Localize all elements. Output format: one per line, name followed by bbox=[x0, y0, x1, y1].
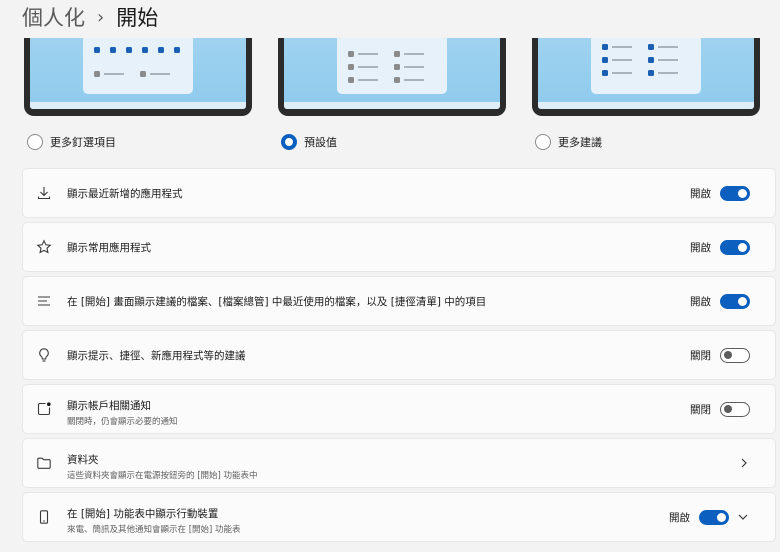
setting-text: 顯示提示、捷徑、新應用程式等的建議 bbox=[67, 348, 246, 363]
layout-option-more-pins[interactable]: 更多釘選項目 bbox=[27, 134, 116, 150]
star-icon bbox=[35, 238, 53, 256]
layout-option-label: 更多建議 bbox=[558, 136, 602, 149]
breadcrumb-parent[interactable]: 個人化 bbox=[22, 2, 85, 32]
setting-title: 在 [開始] 畫面顯示建議的檔案、[檔案總管] 中最近使用的檔案，以及 [捷徑清… bbox=[67, 295, 487, 308]
page-title: 開始 bbox=[116, 6, 159, 30]
toggle-switch[interactable] bbox=[720, 239, 750, 255]
setting-tips-suggestions[interactable]: 顯示提示、捷徑、新應用程式等的建議 關閉 bbox=[22, 330, 776, 380]
preview-screen bbox=[30, 38, 246, 109]
folder-icon bbox=[35, 454, 53, 472]
toggle-switch[interactable] bbox=[720, 185, 750, 201]
radio-button[interactable] bbox=[535, 134, 551, 150]
preview-start-menu bbox=[337, 38, 447, 94]
setting-text: 顯示帳戶相關通知 關閉時，仍會顯示必要的通知 bbox=[67, 398, 178, 427]
layout-previews: 更多釘選項目 預設值 更多建議 bbox=[0, 38, 780, 158]
setting-text: 在 [開始] 功能表中顯示行動裝置 來電、簡訊及其他通知會顯示在 [開始] 功能… bbox=[67, 506, 241, 535]
layout-option-more-recommendations[interactable]: 更多建議 bbox=[535, 134, 602, 150]
setting-title: 顯示最近新增的應用程式 bbox=[67, 187, 183, 200]
setting-subtitle: 關閉時，仍會顯示必要的通知 bbox=[67, 417, 178, 427]
setting-most-used-apps[interactable]: 顯示常用應用程式 開啟 bbox=[22, 222, 776, 272]
toggle-state-label: 關閉 bbox=[690, 403, 711, 416]
layout-preview-more-pins[interactable] bbox=[24, 38, 252, 116]
setting-recently-added-apps[interactable]: 顯示最近新增的應用程式 開啟 bbox=[22, 168, 776, 218]
breadcrumb-separator: › bbox=[97, 6, 105, 28]
setting-text: 資料夾 這些資料夾會顯示在電源按鈕旁的 [開始] 功能表中 bbox=[67, 452, 258, 481]
setting-folders[interactable]: 資料夾 這些資料夾會顯示在電源按鈕旁的 [開始] 功能表中 bbox=[22, 438, 776, 488]
setting-text: 顯示最近新增的應用程式 bbox=[67, 186, 183, 201]
setting-account-notifications[interactable]: 顯示帳戶相關通知 關閉時，仍會顯示必要的通知 關閉 bbox=[22, 384, 776, 434]
chevron-right-icon[interactable] bbox=[739, 458, 749, 468]
setting-text: 顯示常用應用程式 bbox=[67, 240, 151, 255]
toggle-switch[interactable] bbox=[699, 509, 729, 525]
layout-option-default[interactable]: 預設值 bbox=[281, 134, 337, 150]
preview-start-menu bbox=[83, 38, 193, 94]
toggle-state-label: 開啟 bbox=[690, 295, 711, 308]
toggle-state-label: 開啟 bbox=[690, 187, 711, 200]
setting-title: 顯示提示、捷徑、新應用程式等的建議 bbox=[67, 349, 246, 362]
layout-preview-more-recommendations[interactable] bbox=[532, 38, 760, 116]
setting-title: 顯示帳戶相關通知 bbox=[67, 400, 151, 412]
layout-option-label: 更多釘選項目 bbox=[50, 136, 116, 149]
radio-button[interactable] bbox=[27, 134, 43, 150]
notification-icon bbox=[35, 400, 53, 418]
setting-subtitle: 這些資料夾會顯示在電源按鈕旁的 [開始] 功能表中 bbox=[67, 471, 258, 481]
setting-title: 顯示常用應用程式 bbox=[67, 241, 151, 254]
setting-title: 在 [開始] 功能表中顯示行動裝置 bbox=[67, 508, 219, 520]
breadcrumb: 個人化 › 開始 bbox=[22, 0, 158, 34]
layout-preview-default[interactable] bbox=[278, 38, 506, 116]
toggle-switch[interactable] bbox=[720, 293, 750, 309]
toggle-switch[interactable] bbox=[720, 401, 750, 417]
list-icon bbox=[35, 292, 53, 310]
setting-mobile-device[interactable]: 在 [開始] 功能表中顯示行動裝置 來電、簡訊及其他通知會顯示在 [開始] 功能… bbox=[22, 492, 776, 542]
toggle-state-label: 開啟 bbox=[669, 511, 690, 524]
setting-text: 在 [開始] 畫面顯示建議的檔案、[檔案總管] 中最近使用的檔案，以及 [捷徑清… bbox=[67, 294, 486, 309]
phone-icon bbox=[35, 508, 53, 526]
preview-screen bbox=[284, 38, 500, 109]
toggle-state-label: 關閉 bbox=[690, 349, 711, 362]
preview-start-menu bbox=[591, 38, 701, 94]
toggle-switch[interactable] bbox=[720, 347, 750, 363]
setting-title: 資料夾 bbox=[67, 454, 99, 466]
download-icon bbox=[35, 184, 53, 202]
layout-option-label: 預設值 bbox=[304, 136, 337, 149]
radio-button-selected[interactable] bbox=[281, 134, 297, 150]
setting-recommended-files[interactable]: 在 [開始] 畫面顯示建議的檔案、[檔案總管] 中最近使用的檔案，以及 [捷徑清… bbox=[22, 276, 776, 326]
toggle-state-label: 開啟 bbox=[690, 241, 711, 254]
setting-subtitle: 來電、簡訊及其他通知會顯示在 [開始] 功能表 bbox=[67, 525, 241, 535]
chevron-down-icon[interactable] bbox=[738, 512, 748, 522]
lightbulb-icon bbox=[35, 346, 53, 364]
preview-screen bbox=[538, 38, 754, 109]
